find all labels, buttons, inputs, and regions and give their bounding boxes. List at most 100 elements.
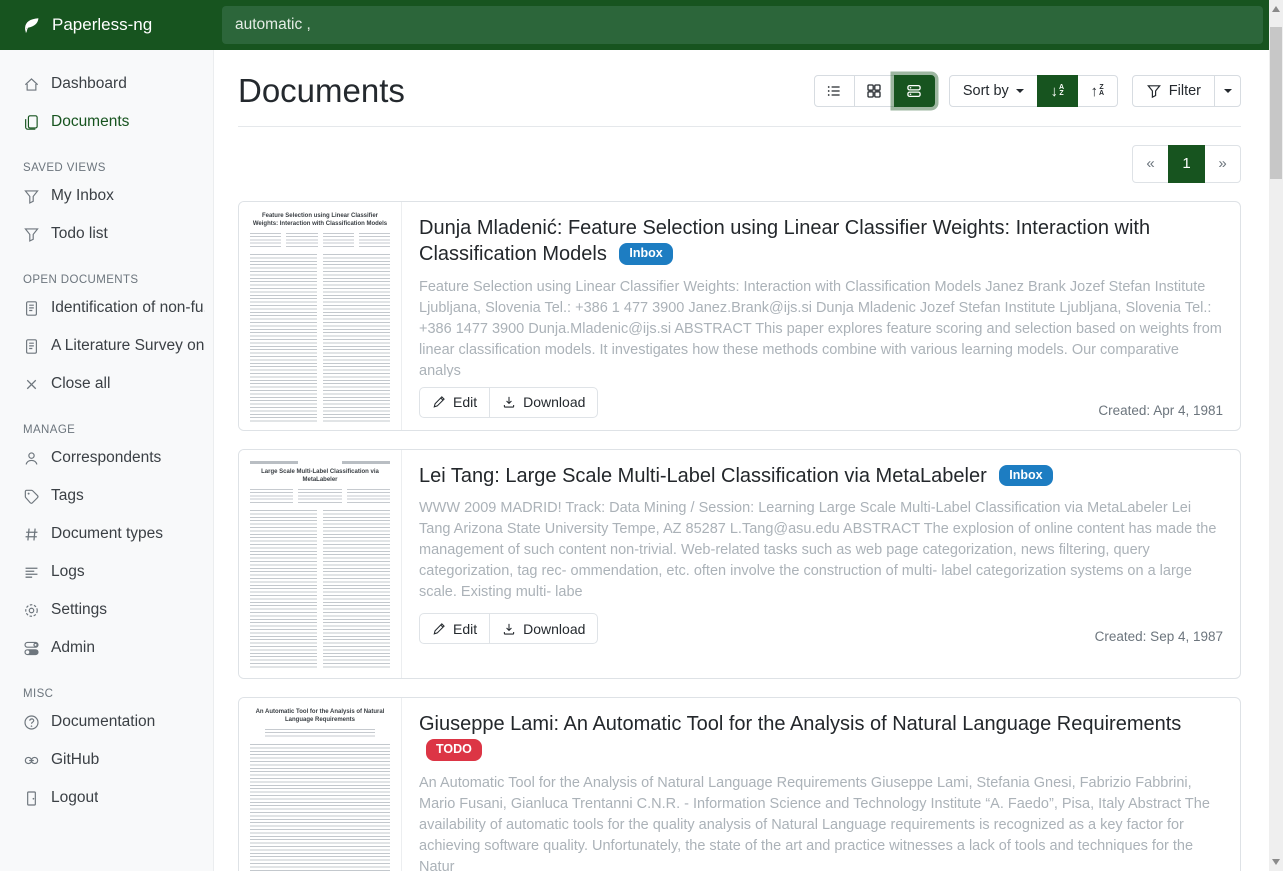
sidebar-item-document-types[interactable]: Document types: [0, 515, 213, 553]
document-list: Feature Selection using Linear Classifie…: [238, 201, 1241, 871]
tag-icon: [23, 488, 40, 505]
download-button[interactable]: Download: [489, 613, 598, 644]
thumbnail-text-lines: [250, 744, 390, 871]
sidebar-item-label: Documentation: [51, 713, 155, 731]
pagination-page-1-button[interactable]: 1: [1168, 145, 1205, 183]
sidebar-item-logs[interactable]: Logs: [0, 553, 213, 591]
sidebar-item-label: Logout: [51, 789, 98, 807]
grid-view-button[interactable]: [854, 75, 895, 107]
thumbnail-paper-preview: Feature Selection using Linear Classifie…: [241, 204, 399, 428]
brand-link[interactable]: Paperless-ng: [0, 15, 222, 35]
sidebar-primary-nav: Dashboard Documents: [0, 65, 213, 141]
sidebar-item-label: Admin: [51, 639, 95, 657]
document-title-link[interactable]: Dunja Mladenić: Feature Selection using …: [419, 215, 1223, 268]
thumbnail-paper-title: Large Scale Multi-Label Classification v…: [250, 469, 390, 485]
thumbnail-text-columns: [250, 254, 390, 421]
document-title-link[interactable]: Giuseppe Lami: An Automatic Tool for the…: [419, 711, 1223, 764]
sidebar-item-logout[interactable]: Logout: [0, 779, 213, 817]
scrollbar-up-arrow[interactable]: [1272, 6, 1280, 12]
sidebar-item-github[interactable]: GitHub: [0, 741, 213, 779]
download-button[interactable]: Download: [489, 387, 598, 418]
sidebar-item-tags[interactable]: Tags: [0, 477, 213, 515]
sidebar-section-title-saved-views: SAVED VIEWS: [0, 162, 213, 174]
toolbar: Sort by ↓AZ ↑ZA Filter: [814, 75, 1241, 107]
document-thumbnail[interactable]: An Automatic Tool for the Analysis of Na…: [239, 698, 402, 871]
tag-badge[interactable]: Inbox: [999, 465, 1052, 487]
scrollbar-down-arrow[interactable]: [1272, 859, 1280, 865]
tag-badge[interactable]: Inbox: [619, 243, 672, 265]
filter-group: Filter: [1132, 75, 1241, 107]
thumbnail-author-line: [265, 729, 374, 738]
sidebar-item-documentation[interactable]: Documentation: [0, 703, 213, 741]
thumbnail-author-blocks: [250, 489, 390, 504]
sidebar-item-admin[interactable]: Admin: [0, 629, 213, 667]
scrollbar-thumb[interactable]: [1270, 27, 1282, 179]
sort-ascending-button[interactable]: ↑ZA: [1077, 75, 1118, 107]
sort-by-label: Sort by: [963, 83, 1009, 99]
view-toggle-group: [814, 75, 935, 107]
sidebar-item-label: Correspondents: [51, 449, 161, 467]
filter-dropdown-button[interactable]: [1214, 75, 1241, 107]
search-input[interactable]: [222, 6, 1263, 44]
sidebar-item-identification-of-non-fu[interactable]: Identification of non-fu...: [0, 289, 213, 327]
pagination-prev-button[interactable]: «: [1132, 145, 1169, 183]
details-view-button[interactable]: [894, 75, 935, 107]
sidebar-item-a-literature-survey-on[interactable]: A Literature Survey on ...: [0, 327, 213, 365]
sidebar-item-todo-list[interactable]: Todo list: [0, 215, 213, 253]
window-scrollbar: [1269, 0, 1283, 871]
thumbnail-paper-preview: An Automatic Tool for the Analysis of Na…: [241, 700, 399, 871]
home-icon: [23, 76, 40, 93]
document-actions: Edit Download: [419, 387, 598, 418]
sidebar-item-label: Todo list: [51, 225, 108, 243]
list-view-icon: [826, 83, 842, 99]
sort-group: Sort by ↓AZ ↑ZA: [949, 75, 1118, 107]
sidebar-sections: SAVED VIEWS My Inbox Todo list OPEN DOCU…: [0, 162, 213, 817]
document-summary: WWW 2009 MADRID! Track: Data Mining / Se…: [419, 498, 1223, 603]
document-card-body: Giuseppe Lami: An Automatic Tool for the…: [402, 698, 1240, 871]
sidebar-item-dashboard[interactable]: Dashboard: [0, 65, 213, 103]
document-card-body: Lei Tang: Large Scale Multi-Label Classi…: [402, 450, 1240, 678]
sidebar-item-label: My Inbox: [51, 187, 114, 205]
list-view-button[interactable]: [814, 75, 855, 107]
sort-alpha-up-icon: ↑ZA: [1090, 84, 1104, 99]
document-thumbnail[interactable]: Large Scale Multi-Label Classification v…: [239, 450, 402, 678]
details-view-icon: [906, 83, 922, 99]
download-icon: [502, 395, 516, 409]
x-icon: [23, 376, 40, 393]
download-icon: [502, 622, 516, 636]
sidebar-item-close-all[interactable]: Close all: [0, 365, 213, 403]
sidebar: Dashboard Documents SAVED VIEWS My Inbox…: [0, 50, 214, 871]
sort-by-dropdown[interactable]: Sort by: [949, 75, 1038, 107]
thumbnail-header-line: [250, 461, 390, 464]
sidebar-item-label: Document types: [51, 525, 163, 543]
document-card: An Automatic Tool for the Analysis of Na…: [238, 697, 1241, 871]
tag-badge[interactable]: TODO: [426, 739, 482, 761]
sidebar-item-label: GitHub: [51, 751, 99, 769]
pagination-next-button[interactable]: »: [1204, 145, 1241, 183]
sidebar-item-documents[interactable]: Documents: [0, 103, 213, 141]
pagination: « 1 »: [238, 145, 1241, 183]
filter-label: Filter: [1169, 83, 1201, 99]
sidebar-item-correspondents[interactable]: Correspondents: [0, 439, 213, 477]
edit-button[interactable]: Edit: [419, 613, 490, 644]
sidebar-item-my-inbox[interactable]: My Inbox: [0, 177, 213, 215]
thumbnail-text-columns: [250, 510, 390, 669]
funnel-icon: [23, 188, 40, 205]
created-date: Created: Sep 4, 1987: [1095, 629, 1223, 644]
sidebar-item-settings[interactable]: Settings: [0, 591, 213, 629]
sidebar-section-title-misc: MISC: [0, 688, 213, 700]
gear-icon: [23, 602, 40, 619]
edit-button[interactable]: Edit: [419, 387, 490, 418]
document-title-link[interactable]: Lei Tang: Large Scale Multi-Label Classi…: [419, 463, 1223, 489]
page-title: Documents: [238, 70, 405, 113]
sidebar-item-label: Tags: [51, 487, 84, 505]
document-thumbnail[interactable]: Feature Selection using Linear Classifie…: [239, 202, 402, 430]
filter-button[interactable]: Filter: [1132, 75, 1215, 107]
paperless-leaf-icon: [22, 16, 41, 35]
thumbnail-paper-title: Feature Selection using Linear Classifie…: [250, 213, 390, 229]
funnel-icon: [23, 226, 40, 243]
sort-alpha-down-icon: ↓AZ: [1050, 84, 1064, 99]
top-navbar: Paperless-ng: [0, 0, 1269, 50]
toggles-icon: [23, 640, 40, 657]
sort-descending-button[interactable]: ↓AZ: [1037, 75, 1078, 107]
